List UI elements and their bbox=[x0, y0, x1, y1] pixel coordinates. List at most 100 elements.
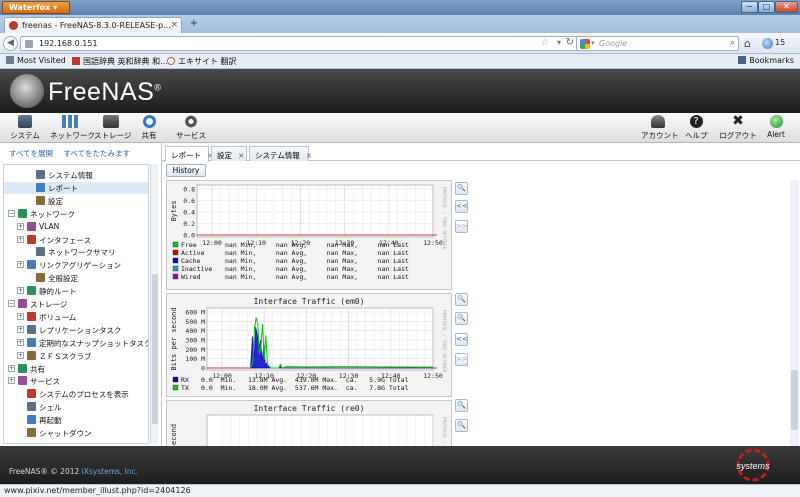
sidebar-tree-item[interactable]: + VLAN bbox=[4, 221, 148, 233]
collapse-icon[interactable]: − bbox=[8, 209, 15, 217]
tree-node-icon bbox=[27, 337, 36, 347]
toolbar-logout-button[interactable]: ✖ ログアウト bbox=[718, 114, 758, 141]
toolbar-system-button[interactable]: システム bbox=[10, 115, 40, 141]
expand-icon[interactable]: + bbox=[17, 222, 24, 230]
sidebar-tree-item[interactable]: + レプリケーションタスク bbox=[4, 324, 148, 336]
sidebar-scroll-thumb[interactable] bbox=[152, 274, 158, 424]
tab-reports[interactable]: レポート× bbox=[165, 146, 213, 162]
sidebar-tree-item[interactable]: シェル bbox=[4, 401, 148, 413]
previous-button[interactable]: << bbox=[455, 200, 468, 213]
toolbar-help-button[interactable]: ? ヘルプ bbox=[685, 115, 708, 141]
expand-icon[interactable]: + bbox=[8, 377, 15, 385]
toolbar-account-button[interactable]: アカウント bbox=[641, 115, 679, 141]
sidebar-tree-item[interactable]: 再起動 bbox=[4, 414, 148, 426]
close-tab-icon[interactable]: × bbox=[306, 151, 312, 160]
bookmark-dictionary[interactable]: 国語辞典 英和辞典 和... bbox=[72, 56, 168, 67]
close-tab-icon[interactable]: × bbox=[170, 20, 178, 30]
zoom-button[interactable]: 🔍 bbox=[455, 182, 468, 195]
back-button[interactable]: ◀ bbox=[3, 36, 18, 51]
expand-icon[interactable]: + bbox=[8, 364, 15, 372]
toolbar-alert-button[interactable]: Alert bbox=[764, 115, 788, 139]
sidebar-tree-item-label: システム情報 bbox=[48, 171, 93, 180]
maximize-button[interactable]: □ bbox=[758, 1, 775, 13]
reload-icon[interactable]: ↻ bbox=[566, 37, 574, 48]
toolbar-network-button[interactable]: ネットワーク bbox=[50, 115, 95, 141]
toolbar-services-button[interactable]: サービス bbox=[176, 115, 206, 141]
site-identity-icon[interactable] bbox=[25, 40, 33, 48]
search-engine-dropdown-icon[interactable]: ▾ bbox=[591, 39, 595, 47]
bookmark-most-visited[interactable]: Most Visited bbox=[6, 56, 66, 65]
account-icon bbox=[651, 115, 665, 128]
toolbar-storage-button[interactable]: ストレージ bbox=[94, 115, 131, 141]
sidebar-tree-item[interactable]: − ネットワーク bbox=[4, 208, 148, 220]
sidebar-tree-item[interactable]: システム情報 bbox=[4, 169, 148, 181]
bookmarks-menu-button[interactable]: Bookmarks bbox=[738, 56, 794, 65]
content-scroll-thumb[interactable] bbox=[791, 370, 798, 430]
previous-button[interactable]: << bbox=[455, 333, 468, 346]
expand-icon[interactable]: + bbox=[17, 312, 24, 320]
expand-icon[interactable]: + bbox=[17, 325, 24, 333]
collapse-all-link[interactable]: すべてをたたみます bbox=[63, 149, 130, 158]
search-magnifier-icon[interactable]: ⌕ bbox=[730, 38, 735, 48]
sidebar-tree-item[interactable]: 全般設定 bbox=[4, 272, 148, 284]
em0-traffic-chart: Interface Traffic (em0) Bits per second PR… bbox=[170, 297, 447, 392]
y-tick-label: 0 bbox=[201, 365, 205, 373]
services-gear-icon bbox=[184, 115, 198, 128]
close-window-button[interactable]: ✕ bbox=[775, 1, 798, 13]
sidebar-tree-item[interactable]: + リンクアグリゲーション bbox=[4, 259, 148, 271]
new-tab-button[interactable]: + bbox=[186, 18, 202, 31]
expand-icon[interactable]: + bbox=[17, 351, 24, 359]
zoom-button[interactable]: 🔍 bbox=[455, 312, 468, 325]
home-icon[interactable]: ⌂ bbox=[744, 37, 751, 50]
tab-system-info[interactable]: システム情報 × bbox=[249, 146, 312, 161]
sidebar-tree-item[interactable]: + ＺＦＳスクラブ bbox=[4, 350, 148, 362]
sidebar-scrollbar[interactable] bbox=[150, 164, 158, 444]
sidebar-tree-item[interactable]: + ボリューム bbox=[4, 311, 148, 323]
tree-node-icon bbox=[27, 286, 36, 296]
expand-icon[interactable]: + bbox=[17, 261, 24, 269]
zoom-button[interactable]: 🔍 bbox=[455, 419, 468, 432]
sidebar-tree-item[interactable]: + 共有 bbox=[4, 363, 148, 375]
history-button[interactable]: History bbox=[166, 164, 206, 177]
expand-all-link[interactable]: すべてを展開 bbox=[9, 149, 53, 158]
next-button[interactable]: >> bbox=[455, 353, 468, 366]
close-tab-icon[interactable]: × bbox=[238, 151, 244, 160]
legend-swatch bbox=[172, 241, 179, 248]
sidebar-tree-item-label: 静的ルート bbox=[39, 287, 77, 297]
collapse-icon[interactable]: − bbox=[8, 300, 15, 307]
expand-icon[interactable]: + bbox=[17, 235, 24, 243]
sidebar-tree-item[interactable]: − ストレージ bbox=[4, 298, 148, 310]
toolbar-sharing-button[interactable]: 共有 bbox=[138, 115, 160, 141]
search-bar[interactable]: ▾ Google ⌕ bbox=[576, 36, 739, 51]
sidebar-tree-item[interactable]: + 定期的なスナップショットタスク bbox=[4, 337, 148, 349]
freenas-header: FreeNAS® bbox=[0, 69, 800, 113]
sidebar-tree-item[interactable]: ネットワークサマリ bbox=[4, 246, 148, 258]
content-scrollbar[interactable] bbox=[790, 180, 799, 446]
expand-icon[interactable]: + bbox=[17, 338, 24, 346]
legend-label: TX bbox=[181, 384, 189, 392]
url-bar[interactable]: 192.168.0.151 ☆ ▾ ↻ bbox=[20, 36, 580, 51]
browser-tab[interactable]: freenas - FreeNAS-8.3.0-RELEASE-p... × bbox=[4, 17, 182, 33]
freenas-favicon-icon bbox=[9, 21, 18, 30]
zoom-button[interactable]: 🔍 bbox=[455, 399, 468, 412]
sidebar-tree-item[interactable]: + インタフェース bbox=[4, 234, 148, 246]
sidebar-tree-item[interactable]: 設定 bbox=[4, 195, 148, 207]
sidebar-tree-item[interactable]: + サービス bbox=[4, 375, 148, 387]
tab-settings[interactable]: 設定 × bbox=[211, 146, 247, 161]
minimize-button[interactable]: − bbox=[741, 1, 758, 13]
waterfox-menu-button[interactable]: Waterfox ▾ bbox=[2, 1, 70, 14]
ixsystems-link[interactable]: iXsystems, Inc. bbox=[82, 467, 138, 476]
sidebar-tree-item[interactable]: + 静的ルート bbox=[4, 285, 148, 297]
sidebar-tree-item[interactable]: レポート bbox=[4, 181, 148, 194]
expand-icon[interactable]: + bbox=[17, 287, 24, 295]
bookmark-star-icon[interactable]: ☆ bbox=[541, 38, 549, 48]
extension-globe-icon[interactable] bbox=[762, 38, 773, 49]
sidebar-tree-item[interactable]: シャットダウン bbox=[4, 427, 148, 439]
google-logo-icon[interactable] bbox=[580, 39, 590, 49]
url-history-dropdown-icon[interactable]: ▾ bbox=[557, 38, 561, 47]
bookmark-excite[interactable]: エキサイト 翻訳 bbox=[167, 56, 237, 67]
zoom-button[interactable]: 🔍 bbox=[455, 293, 468, 306]
sidebar-tree-item[interactable]: システムのプロセスを表示 bbox=[4, 388, 148, 400]
sidebar-tree-item-label: インタフェース bbox=[39, 235, 92, 245]
next-button[interactable]: >> bbox=[455, 220, 468, 233]
